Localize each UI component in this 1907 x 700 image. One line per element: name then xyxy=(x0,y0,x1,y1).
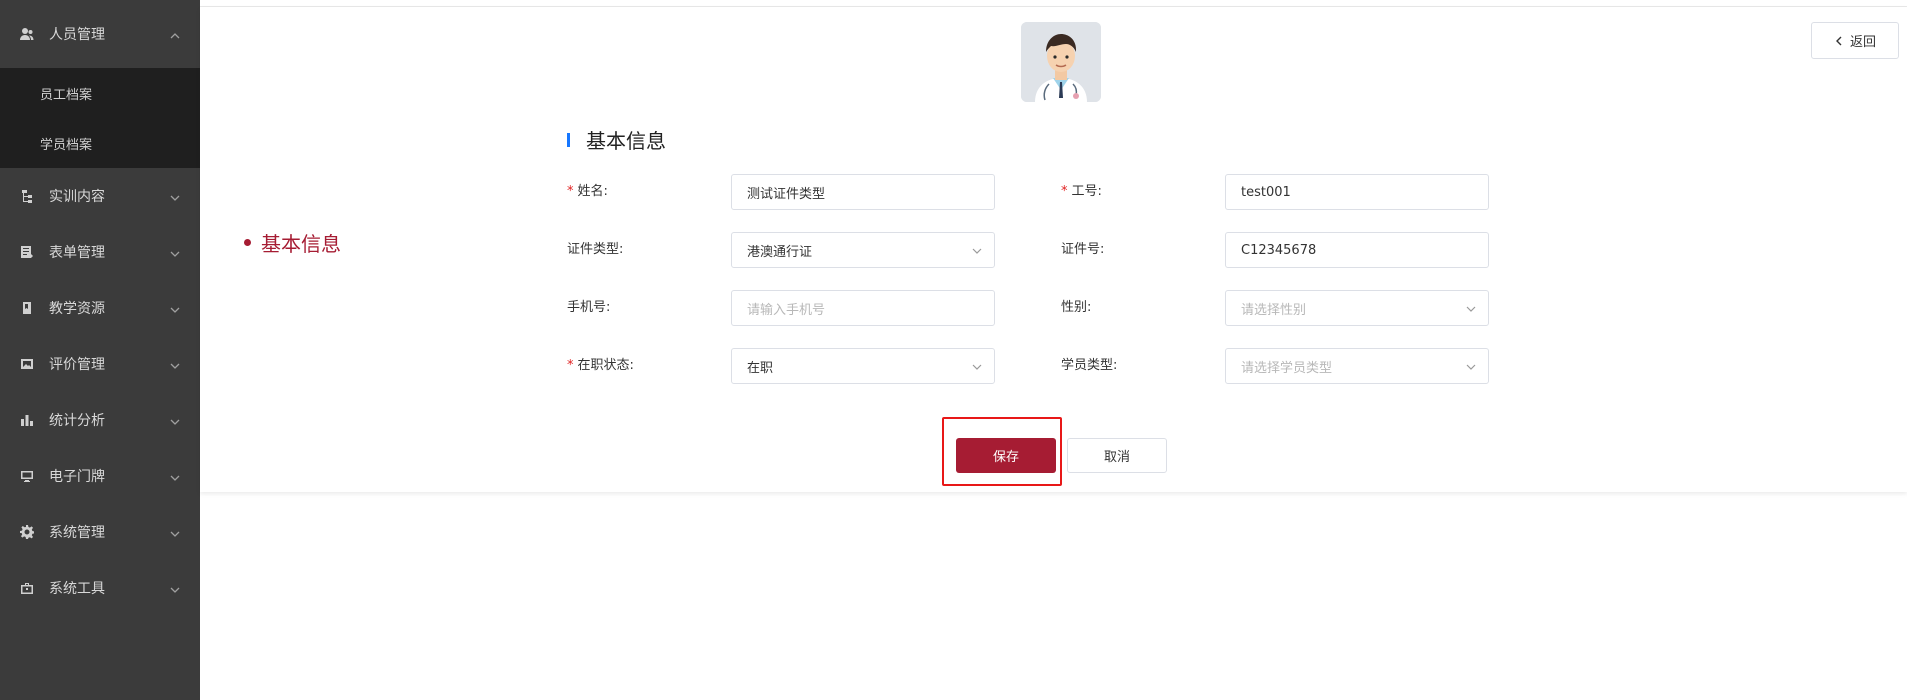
gender-select-placeholder: 请选择性别 xyxy=(1241,302,1307,318)
name-label: * 姓名: xyxy=(567,182,608,202)
chevron-up-icon xyxy=(170,29,180,39)
sidebar-subitem-label: 员工档案 xyxy=(40,87,93,103)
chevron-down-icon xyxy=(972,245,982,255)
chevron-down-icon xyxy=(1466,303,1476,313)
name-label-text: 姓名: xyxy=(577,184,608,199)
name-input[interactable]: 测试证件类型 xyxy=(731,174,995,210)
sidebar-item-label: 实训内容 xyxy=(49,189,105,205)
sidebar-item-training[interactable]: 实训内容 xyxy=(0,168,200,224)
required-mark: * xyxy=(1061,184,1068,199)
student-type-select[interactable]: 请选择学员类型 xyxy=(1225,348,1489,384)
phone-label: 手机号: xyxy=(567,298,610,318)
toolbox-icon xyxy=(20,581,34,595)
status-label: * 在职状态: xyxy=(567,356,634,376)
chevron-down-icon xyxy=(170,191,180,201)
back-button-label: 返回 xyxy=(1849,35,1876,50)
sidebar-item-system-tools[interactable]: 系统工具 xyxy=(0,560,200,616)
image-icon xyxy=(20,357,34,371)
id-type-label-text: 证件类型: xyxy=(567,242,624,257)
sidebar-item-personnel[interactable]: 人员管理 xyxy=(0,0,200,68)
sidebar: 人员管理 员工档案 学员档案 实训内容 表单管理 教学资源 评价管理 统计分析 … xyxy=(0,0,200,700)
sidebar-item-label: 教学资源 xyxy=(49,301,105,317)
status-select[interactable]: 在职 xyxy=(731,348,995,384)
tree-icon xyxy=(20,189,34,203)
student-type-select-placeholder: 请选择学员类型 xyxy=(1241,360,1333,376)
anchor-basic-info[interactable]: 基本信息 xyxy=(244,228,341,257)
save-button[interactable]: 保存 xyxy=(956,438,1056,473)
back-button[interactable]: 返回 xyxy=(1811,22,1899,59)
anchor-dot xyxy=(244,239,251,246)
chevron-down-icon xyxy=(170,527,180,537)
cancel-button[interactable]: 取消 xyxy=(1067,438,1167,473)
anchor-label: 基本信息 xyxy=(261,232,341,256)
sidebar-item-statistics[interactable]: 统计分析 xyxy=(0,392,200,448)
chevron-down-icon xyxy=(170,247,180,257)
gender-label: 性别: xyxy=(1061,298,1091,318)
name-input-value: 测试证件类型 xyxy=(747,186,826,202)
employee-no-label-text: 工号: xyxy=(1071,184,1102,199)
chevron-down-icon xyxy=(170,415,180,425)
section-title-text: 基本信息 xyxy=(586,129,666,153)
sidebar-item-label: 系统工具 xyxy=(49,581,105,597)
phone-input[interactable]: 请输入手机号 xyxy=(731,290,995,326)
sidebar-subitem-employee-files[interactable]: 员工档案 xyxy=(0,68,200,118)
gender-select[interactable]: 请选择性别 xyxy=(1225,290,1489,326)
sidebar-item-label: 表单管理 xyxy=(49,245,105,261)
employee-no-label: * 工号: xyxy=(1061,182,1102,202)
section-title: 基本信息 xyxy=(567,125,666,154)
sidebar-item-label: 评价管理 xyxy=(49,357,105,373)
id-no-label-text: 证件号: xyxy=(1061,242,1105,257)
phone-input-placeholder: 请输入手机号 xyxy=(747,302,826,318)
avatar[interactable] xyxy=(1021,22,1101,102)
form-icon xyxy=(20,245,34,259)
sidebar-item-evaluation[interactable]: 评价管理 xyxy=(0,336,200,392)
chevron-down-icon xyxy=(1466,361,1476,371)
sidebar-subitem-student-files[interactable]: 学员档案 xyxy=(0,118,200,168)
required-mark: * xyxy=(567,184,574,199)
gear-icon xyxy=(20,525,34,539)
chevron-down-icon xyxy=(972,361,982,371)
gender-label-text: 性别: xyxy=(1061,300,1092,315)
chevron-down-icon xyxy=(170,359,180,369)
sidebar-item-label: 电子门牌 xyxy=(49,469,105,485)
id-no-input-value: C12345678 xyxy=(1241,242,1317,258)
id-type-select[interactable]: 港澳通行证 xyxy=(731,232,995,268)
doctor-avatar-icon xyxy=(1021,22,1101,102)
student-type-label: 学员类型: xyxy=(1061,356,1117,376)
chevron-left-icon xyxy=(1835,36,1842,45)
chevron-down-icon xyxy=(170,303,180,313)
id-type-select-value: 港澳通行证 xyxy=(747,244,813,260)
sidebar-item-label: 统计分析 xyxy=(49,413,105,429)
id-no-input[interactable]: C12345678 xyxy=(1225,232,1489,268)
sidebar-subitem-label: 学员档案 xyxy=(40,137,93,153)
monitor-icon xyxy=(20,469,34,483)
employee-no-input[interactable]: test001 xyxy=(1225,174,1489,210)
sidebar-item-resources[interactable]: 教学资源 xyxy=(0,280,200,336)
sidebar-item-forms[interactable]: 表单管理 xyxy=(0,224,200,280)
sidebar-item-system-management[interactable]: 系统管理 xyxy=(0,504,200,560)
bar-chart-icon xyxy=(20,413,34,427)
status-select-value: 在职 xyxy=(747,360,774,376)
id-type-label: 证件类型: xyxy=(567,240,623,260)
sidebar-item-e-doorplate[interactable]: 电子门牌 xyxy=(0,448,200,504)
employee-no-input-value: test001 xyxy=(1241,184,1291,200)
status-label-text: 在职状态: xyxy=(577,358,634,373)
submenu-personnel: 员工档案 学员档案 xyxy=(0,68,200,168)
sidebar-item-label: 系统管理 xyxy=(49,525,105,541)
phone-label-text: 手机号: xyxy=(567,300,611,315)
chevron-down-icon xyxy=(170,471,180,481)
sidebar-item-label: 人员管理 xyxy=(49,27,105,43)
required-mark: * xyxy=(567,358,574,373)
student-type-label-text: 学员类型: xyxy=(1061,358,1118,373)
chevron-down-icon xyxy=(170,583,180,593)
users-icon xyxy=(20,27,34,41)
section-accent-bar xyxy=(567,132,570,147)
id-no-label: 证件号: xyxy=(1061,240,1104,260)
book-icon xyxy=(20,301,34,315)
